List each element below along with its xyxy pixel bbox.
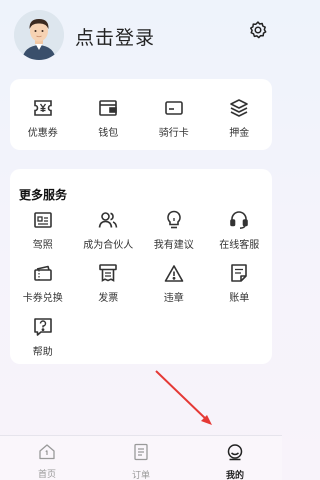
partner-button[interactable]: 成为合伙人	[76, 209, 142, 251]
bill-icon	[228, 262, 250, 284]
more-services-card: 更多服务 驾照 成为合伙人 我有建议 在线客服 卡券兑换 发票 违章 账单 帮助	[10, 169, 272, 364]
home-icon	[38, 443, 56, 464]
bill-button[interactable]: 账单	[207, 262, 273, 304]
suggestion-label: 我有建议	[153, 240, 194, 251]
login-link[interactable]: 点击登录	[75, 23, 155, 50]
invoice-button[interactable]: 发票	[76, 262, 142, 304]
warning-icon	[163, 262, 185, 284]
deposit-button[interactable]: 押金	[207, 97, 273, 139]
tab-mine-label: 我的	[225, 471, 244, 480]
suggestion-button[interactable]: 我有建议	[141, 209, 207, 251]
wallet-icon	[97, 97, 119, 119]
annotation-arrow	[155, 370, 212, 425]
tab-orders-label: 订单	[131, 471, 150, 480]
partner-label: 成为合伙人	[83, 240, 134, 251]
bill-label: 账单	[229, 293, 250, 304]
deposit-icon	[228, 97, 250, 119]
tab-mine[interactable]: 我的	[188, 436, 282, 480]
wallet-card: 优惠券 钱包 骑行卡 押金	[10, 79, 272, 150]
invoice-label: 发票	[98, 293, 119, 304]
coupon-button[interactable]: 优惠券	[10, 97, 76, 139]
help-label: 帮助	[32, 347, 53, 358]
partner-icon	[97, 209, 119, 231]
profile-icon	[226, 443, 244, 465]
section-title: 更多服务	[19, 188, 68, 202]
violation-label: 违章	[163, 293, 184, 304]
license-label: 驾照	[32, 240, 53, 251]
profile-header: 点击登录	[14, 10, 268, 60]
bottom-tab-bar: 首页 订单 我的	[0, 435, 282, 480]
license-button[interactable]: 驾照	[10, 209, 76, 251]
deposit-label: 押金	[229, 128, 250, 139]
headset-icon	[228, 209, 250, 231]
ticket-icon	[32, 262, 54, 284]
card-redeem-button[interactable]: 卡券兑换	[10, 262, 76, 304]
help-button[interactable]: 帮助	[10, 316, 76, 358]
gear-icon[interactable]	[248, 20, 268, 40]
wallet-label: 钱包	[98, 128, 119, 139]
tab-home-label: 首页	[37, 470, 56, 480]
tab-home[interactable]: 首页	[0, 436, 94, 480]
tab-orders[interactable]: 订单	[94, 436, 188, 480]
avatar[interactable]	[14, 10, 64, 60]
lightbulb-icon	[163, 209, 185, 231]
card-redeem-label: 卡券兑换	[22, 293, 63, 304]
coupon-icon	[32, 97, 54, 119]
coupon-label: 优惠券	[27, 128, 58, 139]
ride-card-button[interactable]: 骑行卡	[141, 97, 207, 139]
violation-button[interactable]: 违章	[141, 262, 207, 304]
invoice-icon	[97, 262, 119, 284]
order-icon	[133, 443, 149, 465]
customer-service-button[interactable]: 在线客服	[207, 209, 273, 251]
customer-service-label: 在线客服	[219, 240, 260, 251]
license-icon	[32, 209, 54, 231]
help-icon	[32, 316, 54, 338]
wallet-button[interactable]: 钱包	[76, 97, 142, 139]
ride-card-icon	[163, 97, 185, 119]
ride-card-label: 骑行卡	[158, 128, 189, 139]
